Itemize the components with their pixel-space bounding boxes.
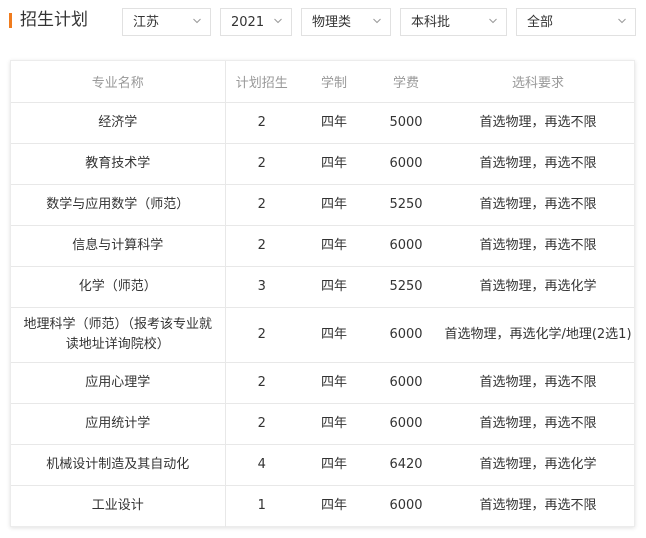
batch-select-value: 本科批 [411, 15, 451, 30]
title-accent-bar [9, 13, 12, 28]
province-select[interactable]: 江苏 [122, 8, 211, 36]
year-select[interactable]: 2021 [220, 8, 292, 36]
cell-major: 数学与应用数学（师范） [11, 184, 226, 226]
cell-major: 应用统计学 [11, 403, 226, 445]
cell-subject-requirement: 首选物理，再选不限 [442, 403, 634, 445]
chevron-down-icon [274, 18, 282, 24]
cell-plan-count: 1 [257, 498, 266, 514]
cell-subject-requirement: 首选物理，再选不限 [442, 362, 634, 404]
cell-major: 地理科学（师范）（报考该专业就读地址详询院校） [11, 307, 226, 363]
cell-plan-count: 3 [225, 266, 298, 308]
cell-duration: 四年 [298, 184, 370, 226]
cell-duration: 四年 [298, 307, 370, 363]
cell-subject-requirement: 首选物理，再选化学 [442, 444, 634, 486]
cell-plan-count: 2 [225, 362, 298, 404]
cell-duration: 四年 [298, 225, 370, 267]
cell-duration: 四年 [320, 498, 347, 514]
cell-duration: 四年 [298, 102, 370, 144]
cell-duration: 四年 [298, 362, 370, 404]
cell-subject-requirement: 首选物理，再选不限 [442, 225, 634, 267]
table-row: 化学（师范） 3 四年 5250 首选物理，再选化学 [11, 266, 634, 308]
batch-select[interactable]: 本科批 [400, 8, 507, 36]
plan-table: 专业名称 计划招生 学制 学费 选科要求 经济学 2 四年 5000 首选物理，… [11, 61, 634, 527]
cell-tuition: 6000 [370, 225, 442, 267]
cell-tuition: 6000 [389, 498, 423, 514]
cell-plan-count: 2 [225, 184, 298, 226]
column-header-tuition: 学费 [370, 61, 442, 103]
cell-duration: 四年 [298, 266, 370, 308]
province-select-value: 江苏 [133, 15, 160, 30]
cell-tuition: 6420 [370, 444, 442, 486]
cell-major: 化学（师范） [11, 266, 226, 308]
cell-plan-count: 2 [225, 307, 298, 363]
cell-tuition: 5250 [370, 266, 442, 308]
table-row: 机械设计制造及其自动化 4 四年 6420 首选物理，再选化学 [11, 444, 634, 486]
scope-select[interactable]: 全部 [516, 8, 636, 36]
table-row: 信息与计算科学 2 四年 6000 首选物理，再选不限 [11, 225, 634, 267]
table-row: 工业设计 1 四年 6000 首选物理，再选不限 [11, 485, 634, 527]
cell-major: 信息与计算科学 [11, 225, 226, 267]
cell-major: 工业设计 [11, 485, 226, 527]
cell-plan-count: 2 [225, 102, 298, 144]
column-header-duration: 学制 [298, 61, 370, 103]
table-row: 数学与应用数学（师范） 2 四年 5250 首选物理，再选不限 [11, 184, 634, 226]
cell-subject-requirement: 首选物理，再选不限 [442, 143, 634, 185]
table-row: 应用心理学 2 四年 6000 首选物理，再选不限 [11, 362, 634, 404]
header: 招生计划 江苏 2021 物理类 本科批 全部 [0, 0, 646, 46]
cell-plan-count: 2 [225, 143, 298, 185]
cell-tuition: 5000 [370, 102, 442, 144]
table-row: 教育技术学 2 四年 6000 首选物理，再选不限 [11, 143, 634, 185]
cell-major: 教育技术学 [11, 143, 226, 185]
cell-duration: 四年 [298, 403, 370, 445]
cell-tuition: 6000 [370, 403, 442, 445]
column-header-major: 专业名称 [11, 61, 226, 103]
cell-duration: 四年 [298, 143, 370, 185]
cell-plan-count: 2 [225, 225, 298, 267]
chevron-down-icon [489, 18, 497, 24]
cell-major: 机械设计制造及其自动化 [11, 444, 226, 486]
cell-tuition: 6000 [370, 362, 442, 404]
cell-subject-requirement: 首选物理，再选不限 [442, 102, 634, 144]
table-row: 经济学 2 四年 5000 首选物理，再选不限 [11, 102, 634, 144]
table-row: 地理科学（师范）（报考该专业就读地址详询院校） 2 四年 6000 首选物理，再… [11, 307, 634, 363]
subject-select[interactable]: 物理类 [301, 8, 391, 36]
chevron-down-icon [193, 18, 201, 24]
cell-tuition: 6000 [370, 143, 442, 185]
cell-duration: 四年 [298, 444, 370, 486]
table-header-row: 专业名称 计划招生 学制 学费 选科要求 [11, 61, 634, 103]
cell-subject-requirement: 首选物理，再选化学/地理(2选1) [442, 307, 634, 363]
subject-select-value: 物理类 [312, 15, 352, 30]
cell-plan-count: 2 [225, 403, 298, 445]
table-row: 应用统计学 2 四年 6000 首选物理，再选不限 [11, 403, 634, 445]
column-header-subject-requirement: 选科要求 [442, 61, 634, 103]
cell-tuition: 5250 [370, 184, 442, 226]
column-header-plan-count: 计划招生 [225, 61, 298, 103]
cell-major: 经济学 [11, 102, 226, 144]
cell-plan-count: 4 [225, 444, 298, 486]
chevron-down-icon [618, 18, 626, 24]
year-select-value: 2021 [231, 15, 265, 30]
chevron-down-icon [373, 18, 381, 24]
page-title: 招生计划 [20, 10, 88, 30]
scope-select-value: 全部 [527, 15, 554, 30]
enrollment-plan-table: 专业名称 计划招生 学制 学费 选科要求 经济学 2 四年 5000 首选物理，… [10, 60, 635, 527]
cell-tuition: 6000 [370, 307, 442, 363]
cell-subject-requirement: 首选物理，再选不限 [479, 498, 597, 514]
cell-subject-requirement: 首选物理，再选不限 [442, 184, 634, 226]
cell-major: 应用心理学 [11, 362, 226, 404]
cell-subject-requirement: 首选物理，再选化学 [442, 266, 634, 308]
